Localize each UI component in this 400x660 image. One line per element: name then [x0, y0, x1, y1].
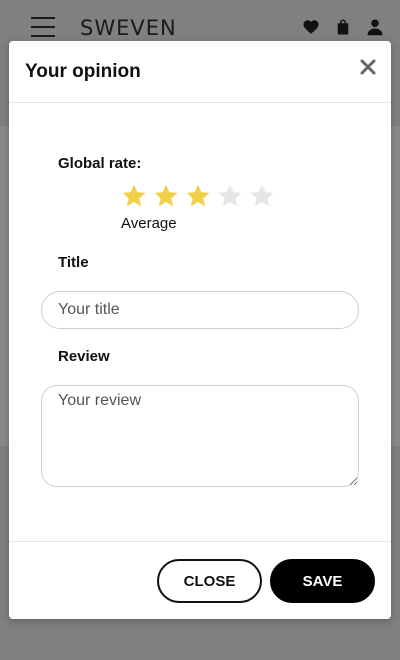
menu-icon[interactable] [31, 17, 55, 37]
review-textarea[interactable] [41, 385, 359, 487]
save-button[interactable]: SAVE [270, 559, 375, 603]
modal-body: Global rate: Average Title Review [9, 103, 391, 541]
modal-title: Your opinion [25, 61, 141, 82]
header-icons [302, 18, 384, 36]
title-input[interactable] [41, 291, 359, 329]
brand-logo[interactable]: SWEVEN [80, 16, 177, 40]
close-icon[interactable] [359, 58, 377, 76]
global-rate-label: Global rate: [58, 155, 142, 172]
star-filled-icon[interactable] [121, 183, 147, 209]
star-filled-icon[interactable] [185, 183, 211, 209]
user-icon[interactable] [366, 18, 384, 36]
review-label: Review [58, 348, 110, 365]
star-filled-icon[interactable] [153, 183, 179, 209]
modal-header: Your opinion [9, 41, 391, 103]
rating-text: Average [121, 215, 177, 232]
title-label: Title [58, 254, 89, 271]
star-rating[interactable] [121, 183, 275, 209]
opinion-modal: Your opinion Global rate: Average Title … [9, 41, 391, 619]
bag-icon[interactable] [334, 18, 352, 36]
star-empty-icon[interactable] [249, 183, 275, 209]
close-button[interactable]: CLOSE [157, 559, 262, 603]
modal-footer: CLOSE SAVE [9, 541, 391, 619]
heart-icon[interactable] [302, 18, 320, 36]
star-empty-icon[interactable] [217, 183, 243, 209]
